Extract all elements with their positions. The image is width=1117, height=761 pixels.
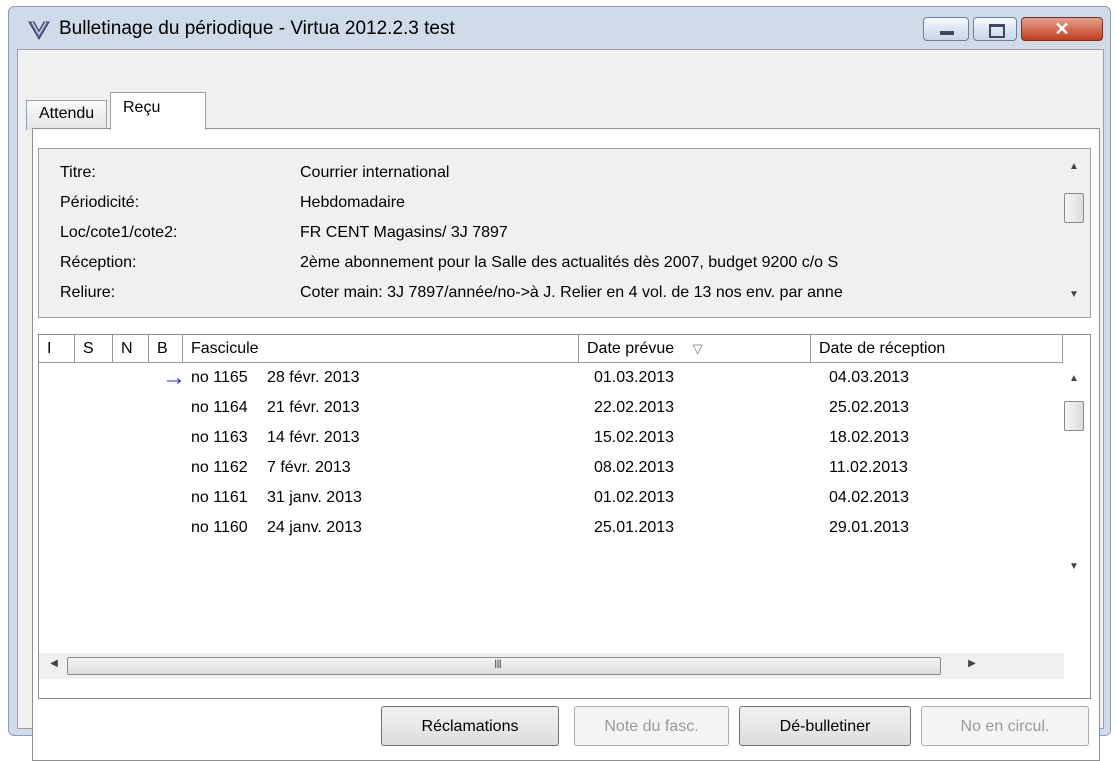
- dialog-client-area: Attendu Reçu Titre: Courrier internation…: [17, 49, 1104, 761]
- periodical-info-panel: Titre: Courrier international Périodicit…: [38, 148, 1091, 318]
- issue-date: 14 févr. 2013: [267, 429, 360, 446]
- issue-number: no 1163: [191, 429, 248, 446]
- scroll-thumb[interactable]: [1064, 193, 1084, 223]
- issue-date: 7 févr. 2013: [267, 459, 351, 476]
- issue-note-button[interactable]: Note du fasc.: [574, 706, 729, 746]
- unbulletin-button[interactable]: Dé-bulletiner: [739, 706, 911, 746]
- column-header-fascicule[interactable]: Fascicule: [183, 335, 579, 363]
- info-label: Périodicité:: [60, 194, 140, 211]
- scroll-left-icon[interactable]: ◀: [41, 658, 67, 669]
- info-vertical-scrollbar[interactable]: ▲ ▼: [1061, 153, 1087, 313]
- received-date: 04.02.2013: [829, 489, 910, 506]
- expected-date: 01.03.2013: [594, 369, 675, 386]
- periodical-info-content: Titre: Courrier international Périodicit…: [40, 150, 1050, 316]
- window-title: Bulletinage du périodique - Virtua 2012.…: [59, 18, 455, 39]
- table-row[interactable]: no 1161 31 janv. 2013 01.02.2013 04.02.2…: [39, 485, 1039, 515]
- tab-attendu[interactable]: Attendu: [26, 100, 108, 130]
- expected-date: 01.02.2013: [594, 489, 675, 506]
- column-header-b[interactable]: B: [149, 335, 183, 363]
- info-value: Coter main: 3J 7897/année/no->à J. Relie…: [300, 284, 843, 301]
- scroll-grip-icon: III: [494, 657, 502, 671]
- table-row[interactable]: no 1164 21 févr. 2013 22.02.2013 25.02.2…: [39, 395, 1039, 425]
- virtua-app-icon: [28, 21, 50, 40]
- close-button[interactable]: ✕: [1021, 17, 1103, 41]
- info-value: 2ème abonnement pour la Salle des actual…: [300, 254, 839, 271]
- expected-date: 08.02.2013: [594, 459, 675, 476]
- column-header-s[interactable]: S: [75, 335, 113, 363]
- claims-button[interactable]: Réclamations: [381, 706, 559, 746]
- column-header-date-prevue[interactable]: Date prévue ▽: [579, 335, 811, 363]
- table-row[interactable]: no 1160 24 janv. 2013 25.01.2013 29.01.2…: [39, 515, 1039, 545]
- received-date: 04.03.2013: [829, 369, 910, 386]
- close-icon: ✕: [1054, 19, 1070, 39]
- maximize-icon: [989, 24, 1005, 38]
- info-label: Titre:: [60, 164, 96, 181]
- scroll-down-icon[interactable]: ▼: [1061, 561, 1087, 572]
- grid-horizontal-scrollbar[interactable]: ◀ III ▶: [39, 653, 1064, 679]
- issue-date: 28 févr. 2013: [267, 369, 360, 386]
- info-label: Reliure:: [60, 284, 116, 301]
- issue-date: 21 févr. 2013: [267, 399, 360, 416]
- issue-number: no 1164: [191, 399, 248, 416]
- received-date: 11.02.2013: [829, 459, 908, 476]
- expected-date: 22.02.2013: [594, 399, 675, 416]
- info-value: FR CENT Magasins/ 3J 7897: [300, 224, 508, 241]
- minimize-button[interactable]: [923, 17, 969, 41]
- sort-descending-icon: ▽: [692, 341, 703, 356]
- scroll-down-icon[interactable]: ▼: [1061, 289, 1087, 300]
- received-date: 25.02.2013: [829, 399, 910, 416]
- dialog-window: Bulletinage du périodique - Virtua 2012.…: [8, 6, 1111, 761]
- table-row[interactable]: no 1162 7 févr. 2013 08.02.2013 11.02.20…: [39, 455, 1039, 485]
- info-label: Loc/cote1/cote2:: [60, 224, 178, 241]
- info-value: Courrier international: [300, 164, 450, 181]
- table-row[interactable]: no 1163 14 févr. 2013 15.02.2013 18.02.2…: [39, 425, 1039, 455]
- expected-date: 15.02.2013: [594, 429, 675, 446]
- column-header-n[interactable]: N: [113, 335, 149, 363]
- column-header-date-reception[interactable]: Date de réception: [811, 335, 1063, 363]
- issue-date: 31 janv. 2013: [267, 489, 362, 506]
- info-value: Hebdomadaire: [300, 194, 405, 211]
- horizontal-scroll-thumb[interactable]: III: [67, 657, 941, 675]
- issue-number: no 1160: [191, 519, 248, 536]
- in-circulation-button[interactable]: No en circul.: [921, 706, 1089, 746]
- issues-grid: I S N B Fascicule Date prévue ▽ Date de …: [38, 334, 1091, 699]
- scroll-thumb[interactable]: [1064, 401, 1084, 431]
- received-date: 29.01.2013: [829, 519, 910, 536]
- tab-recu[interactable]: Reçu: [110, 92, 206, 130]
- current-row-arrow-icon: →: [162, 364, 186, 391]
- grid-vertical-scrollbar[interactable]: ▲ ▼: [1061, 365, 1087, 651]
- scroll-up-icon[interactable]: ▲: [1061, 373, 1087, 384]
- issue-date: 24 janv. 2013: [267, 519, 362, 536]
- issue-number: no 1161: [191, 489, 248, 506]
- column-header-i[interactable]: I: [39, 335, 75, 363]
- issue-number: no 1165: [191, 369, 248, 386]
- received-date: 18.02.2013: [829, 429, 910, 446]
- column-header-label: Date prévue: [587, 340, 675, 357]
- expected-date: 25.01.2013: [594, 519, 675, 536]
- table-row[interactable]: → no 1165 28 févr. 2013 01.03.2013 04.03…: [39, 364, 1039, 395]
- issue-number: no 1162: [191, 459, 248, 476]
- title-bar[interactable]: Bulletinage du périodique - Virtua 2012.…: [9, 7, 1110, 49]
- scroll-right-icon[interactable]: ▶: [959, 658, 985, 669]
- maximize-button[interactable]: [973, 17, 1017, 41]
- info-label: Réception:: [60, 254, 137, 271]
- minimize-icon: [940, 31, 954, 35]
- scroll-up-icon[interactable]: ▲: [1061, 161, 1087, 172]
